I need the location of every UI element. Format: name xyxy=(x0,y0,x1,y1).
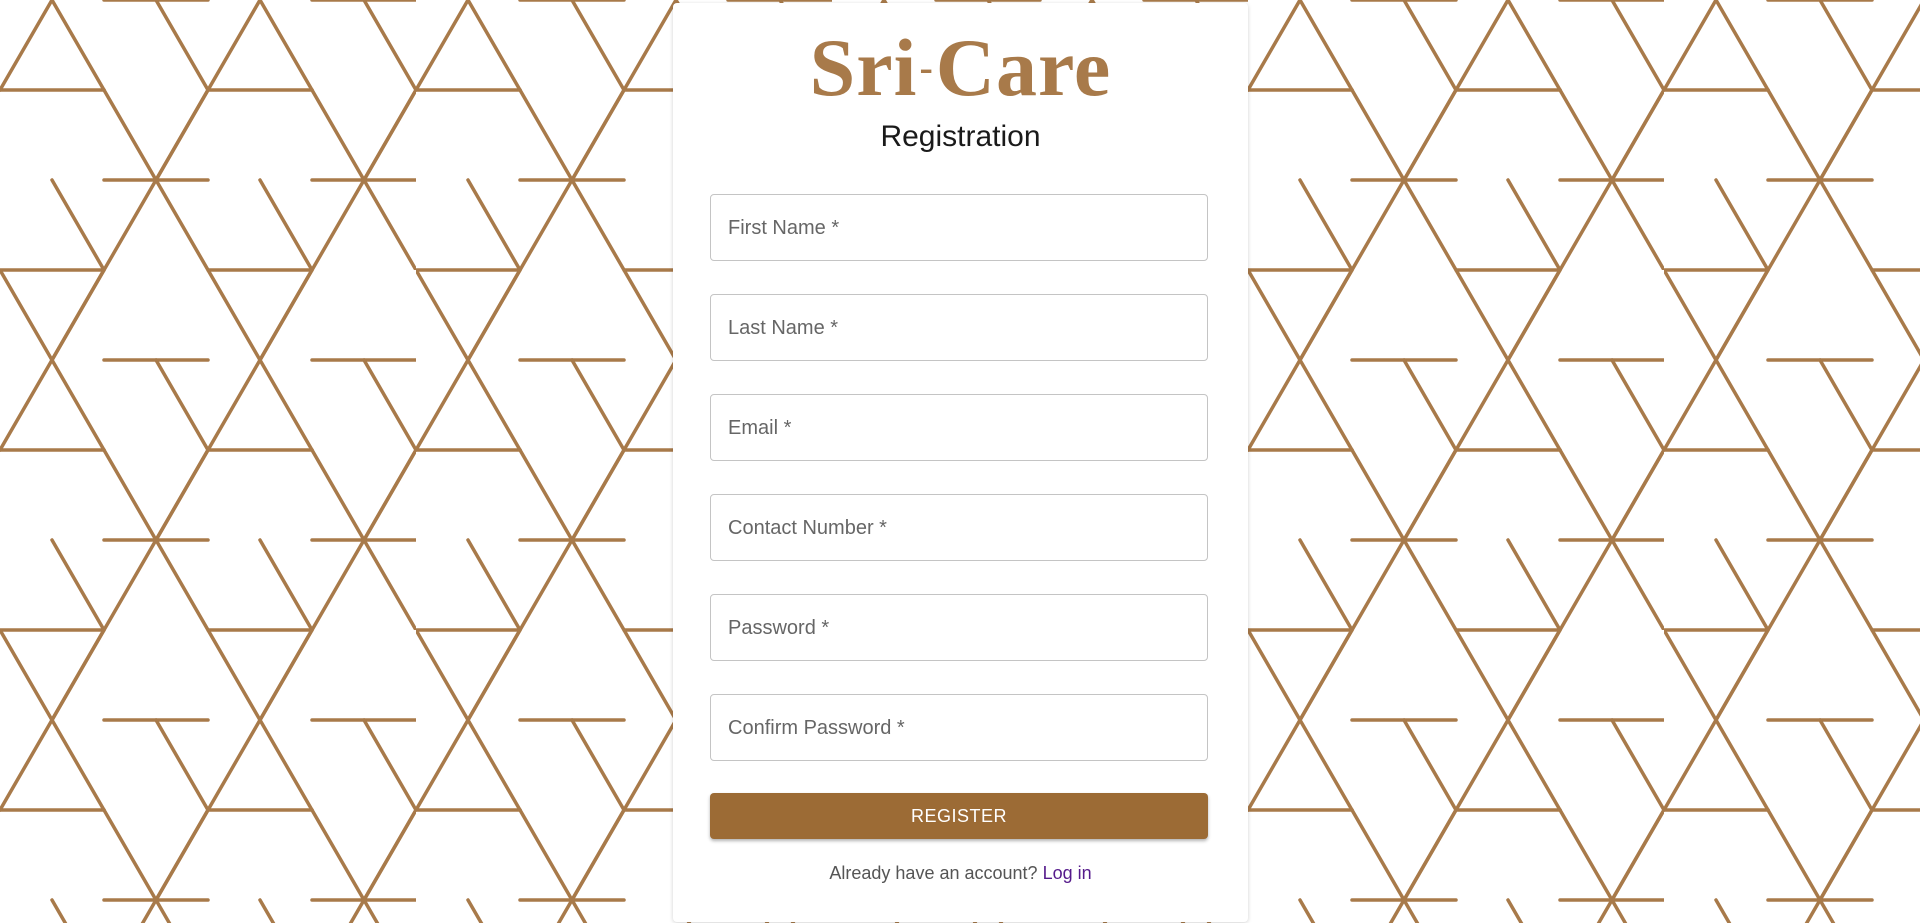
contact-number-input[interactable] xyxy=(711,495,1207,560)
sricare-logo: Sri-Care xyxy=(673,27,1248,109)
page-title: Registration xyxy=(880,120,1041,153)
confirm-password-field[interactable]: Confirm Password * xyxy=(710,694,1208,761)
email-input[interactable] xyxy=(711,395,1207,460)
last-name-field[interactable]: Last Name * xyxy=(710,294,1208,361)
password-input[interactable] xyxy=(711,595,1207,660)
login-prompt: Already have an account? Log in xyxy=(673,863,1248,884)
login-prompt-text: Already have an account? xyxy=(829,863,1038,883)
contact-number-field[interactable]: Contact Number * xyxy=(710,494,1208,561)
registration-card: Sri-Care Registration First Name * Last … xyxy=(673,3,1248,922)
logo-separator: - xyxy=(919,45,934,90)
registration-page: Sri-Care Registration First Name * Last … xyxy=(0,0,1920,923)
confirm-password-input[interactable] xyxy=(711,695,1207,760)
first-name-input[interactable] xyxy=(711,195,1207,260)
logo-text-left: Sri xyxy=(809,22,918,113)
last-name-input[interactable] xyxy=(711,295,1207,360)
logo-text-right: Care xyxy=(935,22,1112,113)
login-link[interactable]: Log in xyxy=(1043,863,1092,883)
email-field[interactable]: Email * xyxy=(710,394,1208,461)
password-field[interactable]: Password * xyxy=(710,594,1208,661)
register-button[interactable]: REGISTER xyxy=(710,793,1208,839)
first-name-field[interactable]: First Name * xyxy=(710,194,1208,261)
